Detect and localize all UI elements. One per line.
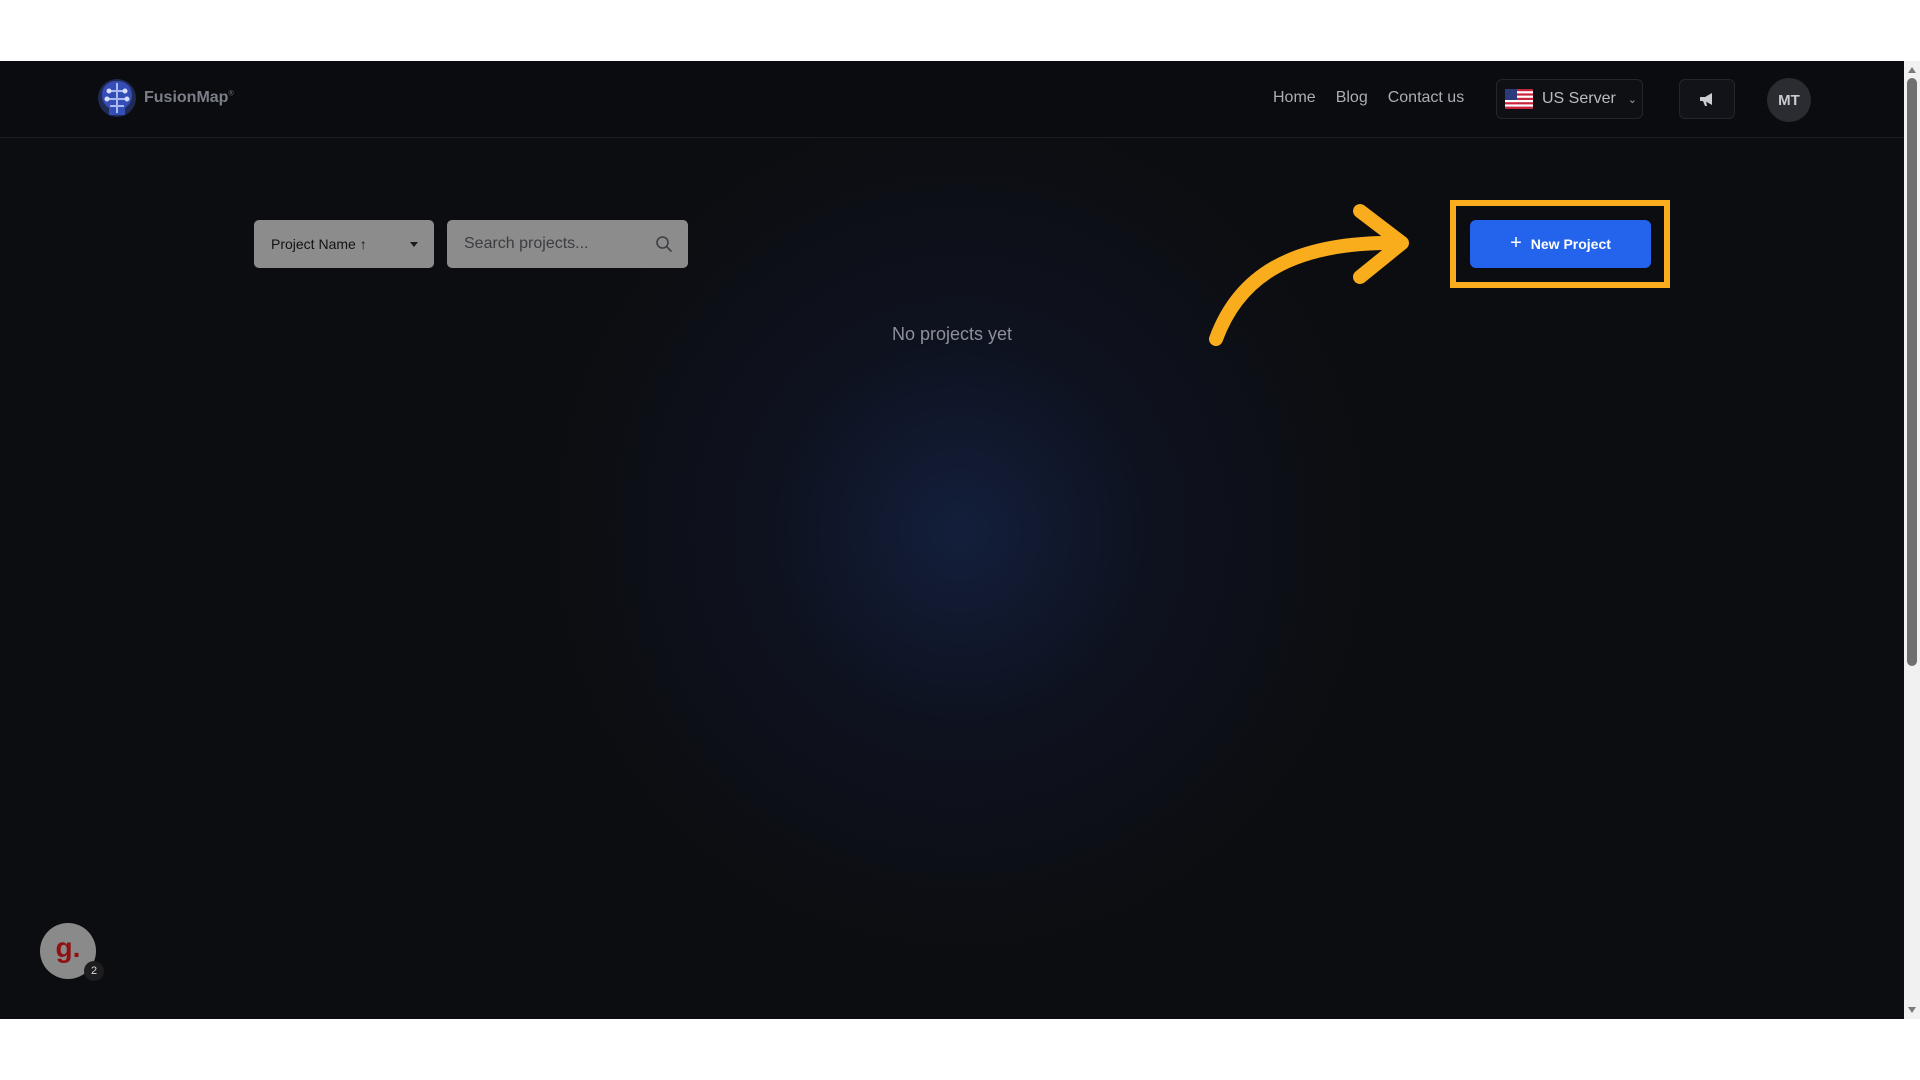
top-nav: Home Blog Contact us [1273,89,1464,107]
sort-label: Project Name ↑ [271,236,367,252]
chat-widget-button[interactable]: g. 2 [40,923,104,981]
search-box [447,220,688,268]
sort-select[interactable]: Project Name ↑ [254,220,434,268]
nav-home-link[interactable]: Home [1273,89,1316,107]
notification-badge: 2 [84,961,104,981]
brain-logo-icon [98,79,136,117]
server-label: US Server [1542,90,1616,107]
caret-down-icon [410,241,418,247]
brand-logo[interactable]: FusionMap® [94,75,234,121]
plus-icon: + [1510,232,1522,254]
megaphone-icon [1700,93,1712,106]
chevron-down-icon: ⌄ [1627,93,1638,106]
widget-logo-icon: g. [55,932,81,963]
vertical-scrollbar[interactable] [1904,61,1920,1019]
search-input[interactable] [447,220,647,268]
app-viewport: FusionMap® Home Blog Contact us US Serve… [0,61,1920,1019]
nav-blog-link[interactable]: Blog [1336,89,1368,107]
top-header: FusionMap® Home Blog Contact us US Serve… [0,61,1904,138]
brand-name: FusionMap® [144,89,234,106]
scroll-down-icon[interactable] [1908,1007,1916,1013]
empty-state-message: No projects yet [891,324,1013,344]
scroll-thumb[interactable] [1907,78,1917,666]
announcements-button[interactable] [1679,79,1735,119]
user-avatar[interactable]: MT [1767,78,1811,122]
search-icon[interactable] [655,235,673,253]
scroll-up-icon[interactable] [1908,67,1916,73]
us-flag-icon [1505,89,1533,109]
server-select[interactable]: US Server ⌄ [1496,79,1643,119]
nav-contact-link[interactable]: Contact us [1388,89,1464,107]
new-project-label: New Project [1530,236,1611,252]
new-project-button[interactable]: + New Project [1470,220,1651,268]
annotation-arrow-icon [1209,204,1409,346]
